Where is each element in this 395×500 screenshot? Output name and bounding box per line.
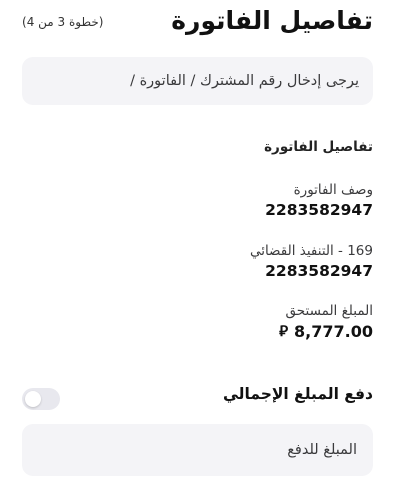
bill-details-section-title: تفاصيل الفاتورة — [264, 139, 373, 155]
bill-type-label: 169 - التنفيذ القضائي — [249, 243, 373, 259]
amount-due-label: المبلغ المستحق — [285, 303, 373, 319]
toggle-knob — [25, 391, 41, 407]
amount-due: ⃁ 8,777.00 — [279, 322, 373, 341]
payment-amount-input[interactable]: المبلغ للدفع — [22, 424, 373, 476]
pay-full-amount-label: دفع المبلغ الإجمالي — [223, 385, 373, 403]
bill-description-value: 2283582947 — [265, 201, 373, 219]
bill-description-label: وصف الفاتورة — [293, 182, 373, 198]
pay-full-amount-toggle[interactable] — [22, 388, 60, 410]
step-indicator: (خطوة 3 من 4) — [22, 15, 104, 29]
page-title: تفاصيل الفاتورة — [171, 6, 373, 35]
riyal-currency-icon: ⃁ — [279, 322, 289, 340]
bill-type-value: 2283582947 — [265, 262, 373, 280]
payment-amount-placeholder: المبلغ للدفع — [287, 442, 357, 458]
subscriber-number-placeholder: يرجى إدخال رقم المشترك / الفاتورة / — [130, 73, 359, 89]
amount-due-value: 8,777.00 — [294, 322, 373, 341]
subscriber-number-input[interactable]: يرجى إدخال رقم المشترك / الفاتورة / — [22, 57, 373, 105]
